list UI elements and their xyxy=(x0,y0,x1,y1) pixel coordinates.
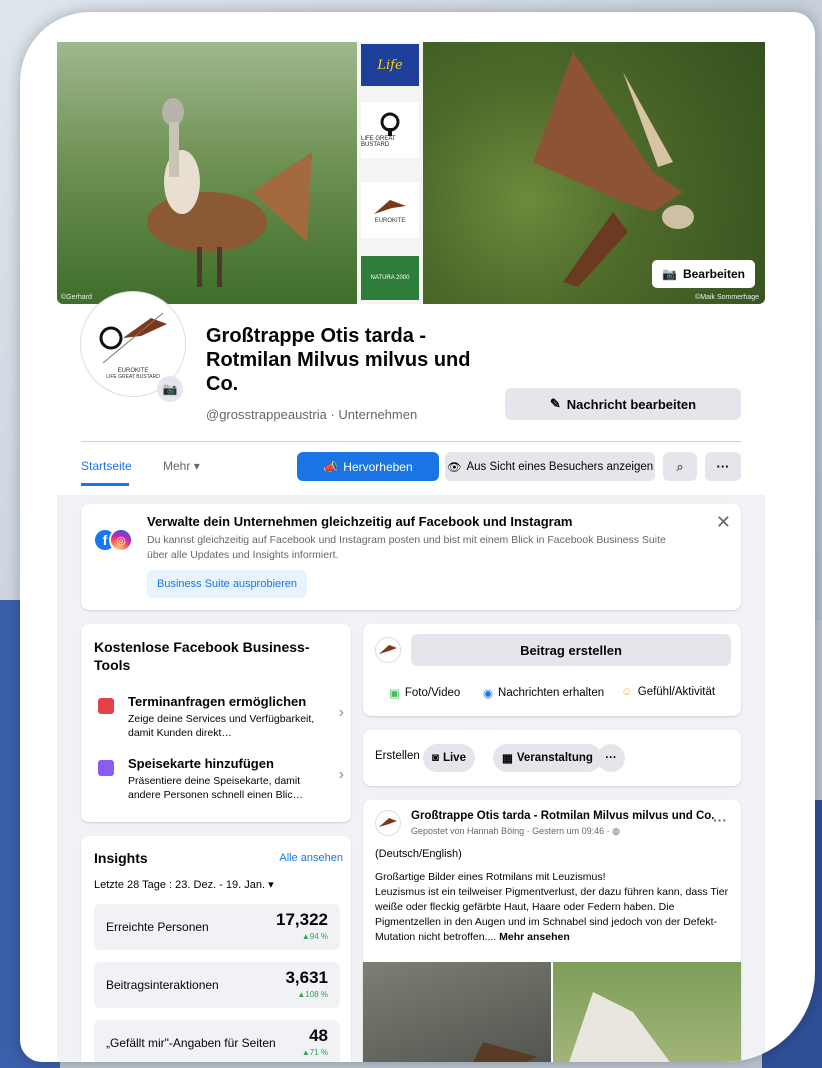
event-button[interactable]: ▦ Veranstaltung xyxy=(493,744,602,772)
insight-card-reach[interactable]: Erreichte Personen 17,322 ▲94 % xyxy=(94,904,340,950)
create-post-button[interactable]: Beitrag erstellen xyxy=(411,634,731,666)
page-handle: @grosstrappeaustria · Unternehmen xyxy=(206,407,418,422)
promote-button[interactable]: 📣 Hervorheben xyxy=(297,452,439,481)
page-title: Großtrappe Otis tarda - Rotmilan Milvus … xyxy=(206,325,471,395)
edit-cover-button[interactable]: 📷 Bearbeiten xyxy=(652,260,755,288)
tab-startseite[interactable]: Startseite xyxy=(81,459,132,473)
insights-panel: Insights Alle ansehen Letzte 28 Tage : 2… xyxy=(81,836,351,1062)
natura-2000-logo: NATURA 2000 xyxy=(361,256,419,300)
edit-message-button[interactable]: ✎ Nachricht bearbeiten xyxy=(505,388,741,420)
bustard-logo-icon xyxy=(380,112,400,136)
smiley-icon: ☺ xyxy=(621,686,633,698)
globe-icon: ◍ xyxy=(612,826,620,836)
photo-credit-left: ©Gerhard xyxy=(61,294,92,301)
pencil-icon: ✎ xyxy=(549,396,561,411)
change-avatar-camera-icon[interactable]: 📷 xyxy=(157,376,183,402)
close-icon[interactable]: ✕ xyxy=(716,512,731,533)
instagram-icon: ◎ xyxy=(109,528,133,552)
insight-card-interactions[interactable]: Beitragsinteraktionen 3,631 ▲108 % xyxy=(94,962,340,1008)
post-author[interactable]: Großtrappe Otis tarda - Rotmilan Milvus … xyxy=(411,810,715,822)
instagram-connect-banner: f ◎ Verwalte dein Unternehmen gleichzeit… xyxy=(81,504,741,610)
search-icon: ⌕ xyxy=(676,458,684,474)
tool-menu[interactable]: Speisekarte hinzufügen Präsentiere deine… xyxy=(94,756,344,810)
photo-video-action[interactable]: ▣ Foto/Video xyxy=(389,686,460,700)
slide-card: Life LIFE GREAT BUSTARD EUROKITE NATURA … xyxy=(20,12,815,1062)
eurokite-logo: EUROKITE xyxy=(361,182,419,238)
feeling-action[interactable]: ☺ Gefühl/Aktivität xyxy=(621,686,715,698)
avatar xyxy=(375,637,401,663)
create-label: Erstellen xyxy=(375,750,420,762)
post-image-2[interactable] xyxy=(553,962,741,1062)
live-button[interactable]: ◙ Live xyxy=(423,744,475,772)
feed-post: Großtrappe Otis tarda - Rotmilan Milvus … xyxy=(363,800,741,1062)
avatar-logo-illustration xyxy=(99,312,167,364)
visitor-view-button[interactable]: 👁 Aus Sicht eines Besuchers anzeigen xyxy=(445,452,655,481)
post-body: Großartige Bilder eines Rotmilans mit Le… xyxy=(375,871,729,943)
post-composer: Beitrag erstellen ▣ Foto/Video ◉ Nachric… xyxy=(363,624,741,716)
caret-down-icon: ▾ xyxy=(193,459,200,473)
caret-down-icon: ▾ xyxy=(268,879,274,891)
chevron-right-icon: › xyxy=(338,766,344,783)
eye-icon: 👁 xyxy=(446,461,462,474)
active-tab-indicator xyxy=(81,483,129,486)
messenger-icon: ◉ xyxy=(483,688,494,700)
camera-icon: 📷 xyxy=(662,267,677,281)
chevron-right-icon: › xyxy=(338,704,344,721)
banner-title: Verwalte dein Unternehmen gleichzeitig a… xyxy=(147,514,573,529)
see-more-link[interactable]: Mehr ansehen xyxy=(499,931,570,943)
business-suite-button[interactable]: Business Suite ausprobieren xyxy=(147,570,308,598)
kite-logo-icon xyxy=(379,645,397,654)
avatar[interactable] xyxy=(375,810,401,836)
more-create-button[interactable]: ··· xyxy=(597,744,625,772)
cover-bustard-photo xyxy=(57,42,357,304)
business-tools-panel: Kostenlose Facebook Business-Tools Termi… xyxy=(81,624,351,822)
see-all-link[interactable]: Alle ansehen xyxy=(279,852,343,864)
kite-photo-illustration xyxy=(473,1042,538,1062)
menu-list-icon xyxy=(98,760,114,776)
search-button[interactable]: ⌕ xyxy=(663,452,697,481)
post-options-button[interactable]: ··· xyxy=(713,812,727,828)
messages-action[interactable]: ◉ Nachrichten erhalten xyxy=(483,686,604,700)
banner-text: Du kannst gleichzeitig auf Facebook und … xyxy=(147,534,666,561)
header-divider xyxy=(81,441,741,442)
post-language: (Deutsch/English) xyxy=(375,848,462,860)
cover-photo[interactable]: Life LIFE GREAT BUSTARD EUROKITE NATURA … xyxy=(57,42,765,304)
more-options-button[interactable]: ··· xyxy=(705,452,741,481)
insights-title: Insights xyxy=(94,850,148,866)
kite-logo-icon xyxy=(374,200,406,214)
kite-logo-icon xyxy=(379,818,397,827)
post-image-1[interactable] xyxy=(363,962,551,1062)
life-great-bustard-logo: LIFE GREAT BUSTARD xyxy=(361,102,419,158)
leucistic-kite-illustration xyxy=(569,992,670,1062)
facebook-page-screen: Life LIFE GREAT BUSTARD EUROKITE NATURA … xyxy=(57,42,765,1062)
video-icon: ◙ xyxy=(432,752,439,764)
life-eu-logo: Life xyxy=(361,44,419,86)
bustard-illustration xyxy=(147,98,312,287)
tab-mehr[interactable]: Mehr ▾ xyxy=(163,459,200,473)
insight-card-likes[interactable]: „Gefällt mir"-Angaben für Seiten 48 ▲71 … xyxy=(94,1020,340,1062)
date-range-selector[interactable]: Letzte 28 Tage : 23. Dez. - 19. Jan. ▾ xyxy=(94,878,274,891)
photo-icon: ▣ xyxy=(389,688,400,700)
calendar-icon xyxy=(98,698,114,714)
megaphone-icon: 📣 xyxy=(323,459,339,474)
fb-ig-icons: f ◎ xyxy=(93,528,133,552)
tools-title: Kostenlose Facebook Business-Tools xyxy=(94,639,310,673)
tool-appointments[interactable]: Terminanfragen ermöglichen Zeige deine S… xyxy=(94,694,344,748)
create-bar: Erstellen ◙ Live ▦ Veranstaltung ··· xyxy=(363,730,741,786)
photo-credit-right: ©Maik Sommerhage xyxy=(695,294,759,301)
calendar-icon: ▦ xyxy=(502,753,513,765)
post-meta: Gepostet von Hannah Böing · Gestern um 0… xyxy=(411,826,620,836)
